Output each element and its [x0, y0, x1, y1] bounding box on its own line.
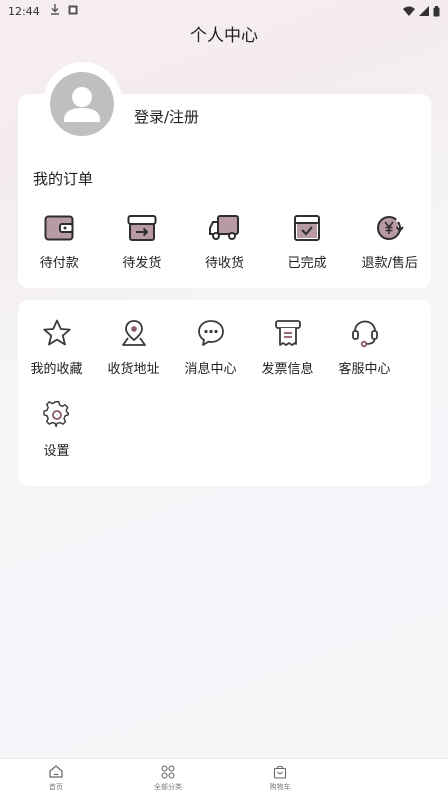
- download-icon: [50, 4, 60, 18]
- status-bar: 12:44: [0, 0, 448, 22]
- order-pending-payment[interactable]: 待付款: [18, 212, 101, 276]
- service-messages[interactable]: 消息中心: [172, 318, 249, 400]
- order-status-row: 待付款 待发货 待收货 已完成 退款/售后: [18, 212, 431, 276]
- service-invoice[interactable]: 发票信息: [249, 318, 326, 400]
- order-completed[interactable]: 已完成: [266, 212, 349, 276]
- status-time: 12:44: [8, 4, 40, 18]
- truck-icon: [208, 212, 240, 244]
- order-item-label: 待付款: [39, 256, 79, 271]
- tab-cart[interactable]: 购物车: [224, 759, 336, 796]
- chat-bubble-icon: [196, 318, 226, 348]
- login-register-link[interactable]: 登录/注册: [134, 106, 199, 127]
- star-icon: [42, 318, 72, 348]
- wifi-icon: [403, 6, 415, 16]
- tab-label: 首页: [49, 782, 63, 791]
- service-label: 收货地址: [107, 362, 160, 377]
- headset-icon: [350, 318, 380, 348]
- tab-label: 全部分类: [154, 782, 182, 791]
- check-box-icon: [291, 212, 323, 244]
- box-arrow-icon: [126, 212, 158, 244]
- home-icon: [48, 764, 64, 780]
- order-refund-aftersale[interactable]: 退款/售后: [348, 212, 431, 276]
- tab-home[interactable]: 首页: [0, 759, 112, 796]
- service-customer-support[interactable]: 客服中心: [326, 318, 403, 400]
- cell-signal-icon: [419, 6, 429, 16]
- service-address[interactable]: 收货地址: [95, 318, 172, 400]
- order-item-label: 已完成: [287, 256, 327, 271]
- order-item-label: 待收货: [204, 256, 244, 271]
- yen-refund-icon: [374, 212, 406, 244]
- default-avatar-icon[interactable]: [50, 72, 114, 136]
- notification-icon: [68, 5, 78, 18]
- invoice-icon: [273, 318, 303, 348]
- grid-icon: [160, 764, 176, 780]
- service-favorites[interactable]: 我的收藏: [18, 318, 95, 400]
- page-title: 个人中心: [190, 26, 258, 46]
- service-label: 我的收藏: [30, 362, 83, 377]
- service-settings[interactable]: 设置: [18, 400, 95, 482]
- service-label: 设置: [43, 444, 70, 459]
- order-item-label: 退款/售后: [361, 256, 418, 271]
- services-grid: 我的收藏 收货地址 消息中心 发票信息 客服中心 设置: [18, 318, 431, 482]
- gear-icon: [42, 400, 72, 430]
- service-label: 消息中心: [184, 362, 237, 377]
- order-pending-shipment[interactable]: 待发货: [101, 212, 184, 276]
- order-pending-receipt[interactable]: 待收货: [183, 212, 266, 276]
- bottom-tab-bar: 首页 全部分类 购物车: [0, 758, 448, 796]
- orders-title: 我的订单: [33, 170, 94, 188]
- order-item-label: 待发货: [122, 256, 162, 271]
- service-label: 发票信息: [261, 362, 314, 377]
- tab-label: 购物车: [269, 782, 291, 791]
- wallet-icon: [43, 212, 75, 244]
- battery-icon: [433, 5, 440, 17]
- cart-bag-icon: [272, 764, 288, 780]
- service-label: 客服中心: [338, 362, 391, 377]
- location-icon: [119, 318, 149, 348]
- tab-categories[interactable]: 全部分类: [112, 759, 224, 796]
